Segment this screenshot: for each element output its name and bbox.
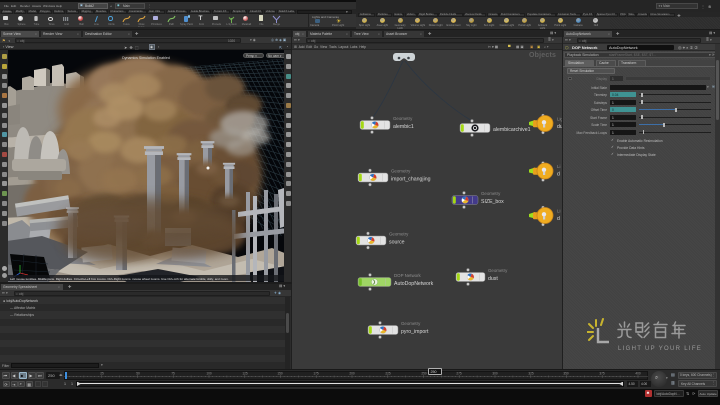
svg-text:50: 50 [136,371,140,375]
svg-text:Li: Li [557,208,560,213]
svg-text:200: 200 [349,371,355,375]
svg-text:400: 400 [635,371,641,375]
svg-text:dust: dust [488,275,498,281]
svg-text:source: source [389,239,405,245]
svg-text:125: 125 [242,371,248,375]
svg-text:375: 375 [599,371,605,375]
svg-text:pyro_import: pyro_import [401,328,429,334]
svg-text:d: d [557,171,560,177]
svg-text:150: 150 [277,371,283,375]
svg-text:AutoDopNetwork: AutoDopNetwork [394,280,434,286]
svg-text:Geometry: Geometry [401,321,421,326]
svg-text:Geometry: Geometry [389,231,409,236]
svg-text:275: 275 [456,371,462,375]
svg-text:350: 350 [563,371,569,375]
svg-text:25: 25 [100,371,104,375]
svg-text:250: 250 [421,371,427,375]
svg-text:Geometry: Geometry [391,168,411,173]
svg-text:Geometry: Geometry [393,116,413,121]
svg-text:100: 100 [206,371,212,375]
svg-text:Geometry: Geometry [488,268,508,273]
svg-text:import_changjing: import_changjing [391,176,431,182]
svg-text:alembicarchive1: alembicarchive1 [493,126,531,132]
svg-text:SIZE_box: SIZE_box [481,198,504,204]
svg-text:Geometry: Geometry [481,191,501,196]
svg-text:LIGHT UP YOUR LIFE: LIGHT UP YOUR LIFE [618,346,702,352]
svg-text:175: 175 [313,371,319,375]
svg-text:Li: Li [557,164,560,169]
svg-text:325: 325 [528,371,534,375]
svg-text:225: 225 [385,371,391,375]
svg-text:DOP Network: DOP Network [394,273,422,278]
svg-text:300: 300 [492,371,498,375]
svg-text:alembic1: alembic1 [393,123,414,129]
svg-text:d: d [557,216,560,222]
svg-text:75: 75 [171,371,175,375]
